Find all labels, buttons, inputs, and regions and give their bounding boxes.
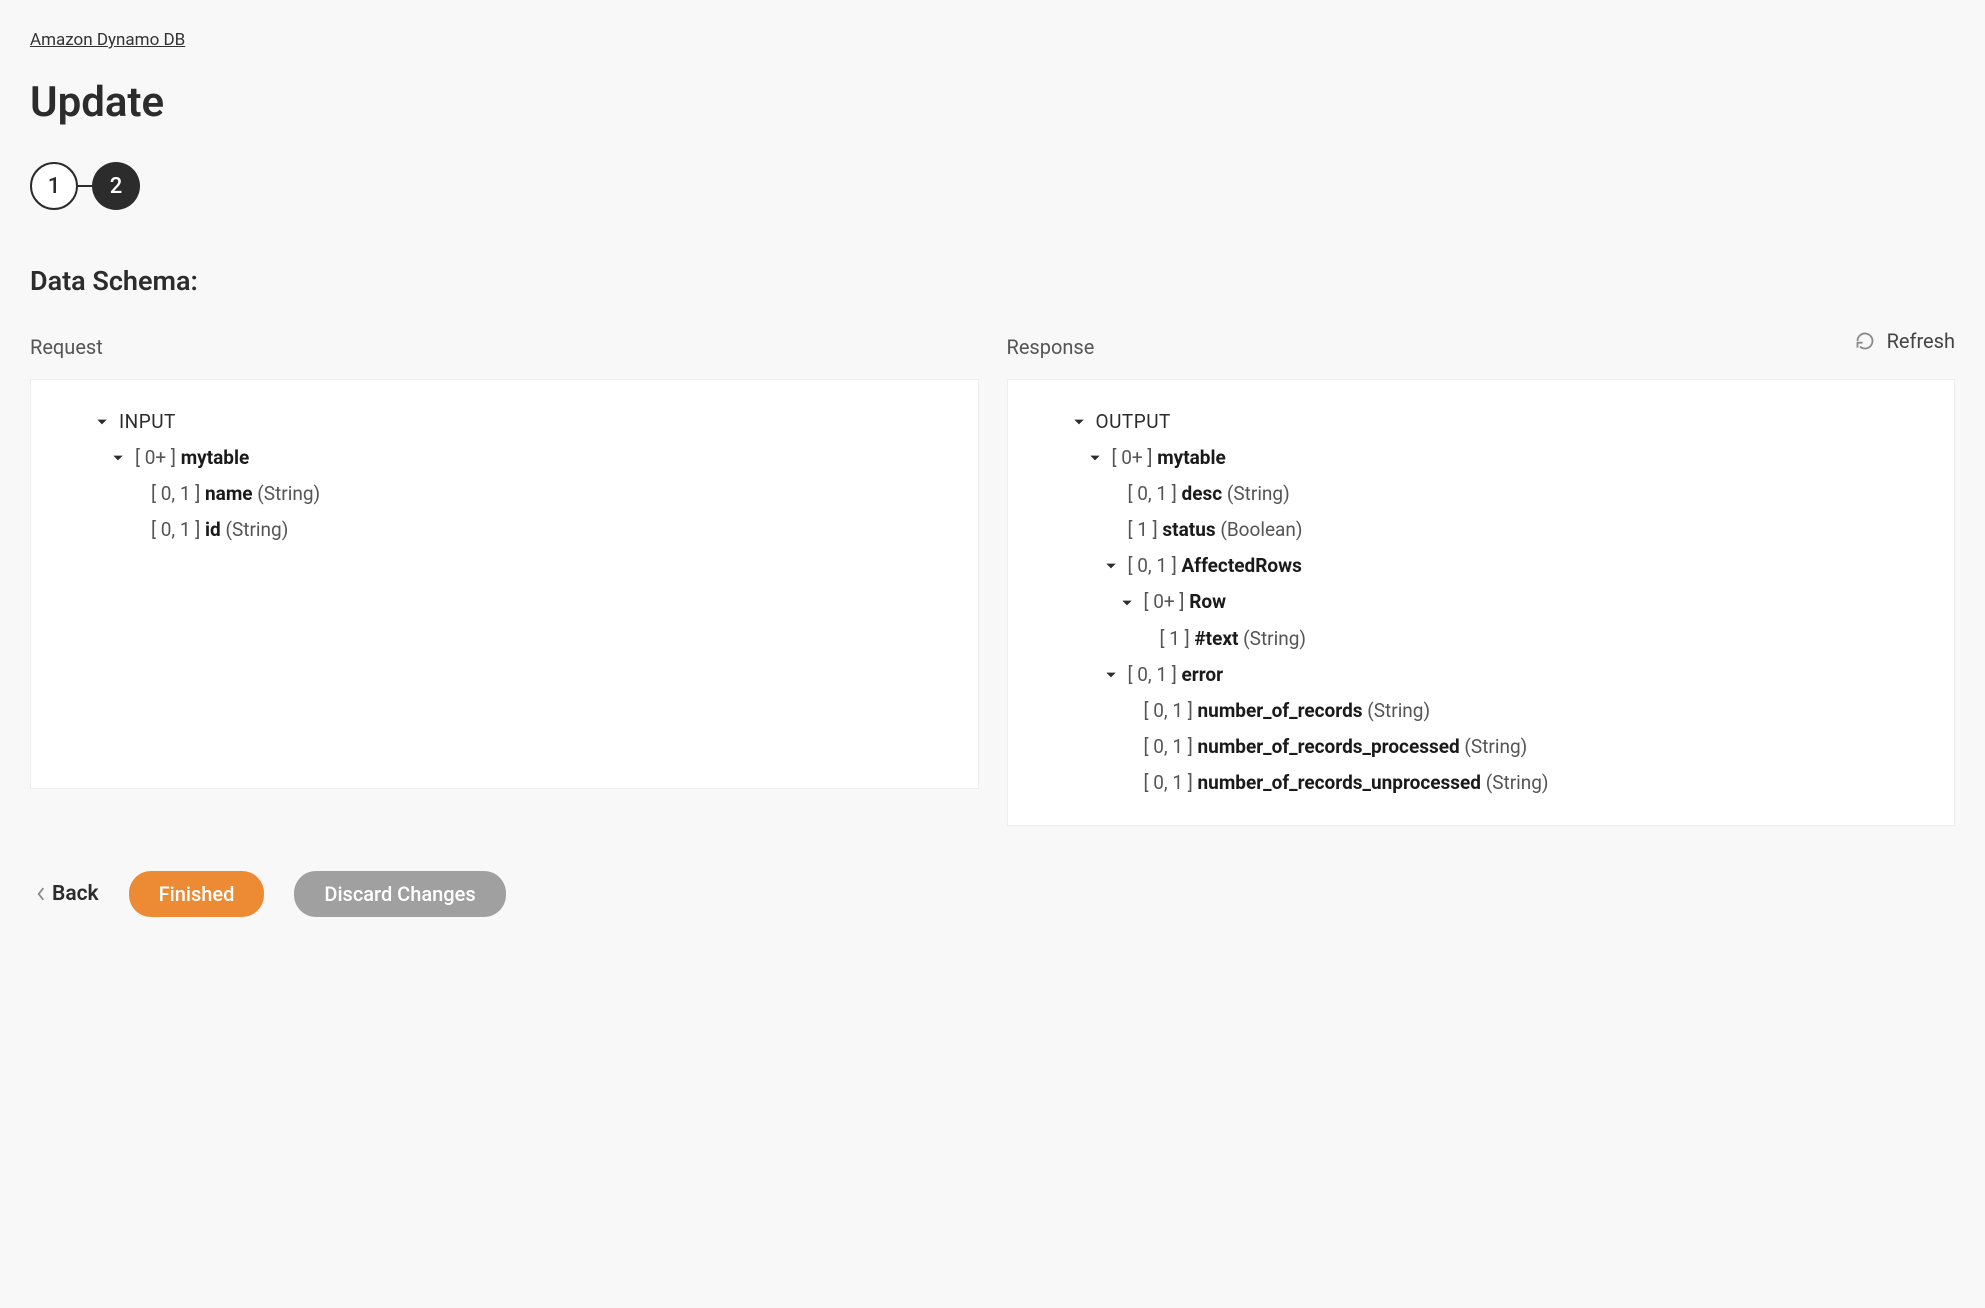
response-panel: OUTPUT [ 0+ ] mytable [ 0, 1 ] desc (Str… (1007, 379, 1956, 826)
request-panel: INPUT [ 0+ ] mytable [ 0, 1 ] name (Stri… (30, 379, 979, 789)
request-label: Request (30, 335, 979, 359)
cardinality: [ 0+ ] (1112, 440, 1153, 476)
tree-node-num-unprocessed[interactable]: [ 0, 1 ] number_of_records_unprocessed (… (1028, 765, 1927, 801)
chevron-down-icon (95, 415, 109, 429)
stepper: 1 2 (30, 162, 1955, 210)
tree-node-mytable[interactable]: [ 0+ ] mytable (51, 440, 950, 476)
tree-node-text[interactable]: [ 1 ] #text (String) (1028, 621, 1927, 657)
tree-node-id[interactable]: [ 0, 1 ] id (String) (51, 512, 950, 548)
cardinality: [ 0, 1 ] (1144, 729, 1193, 765)
cardinality: [ 1 ] (1128, 512, 1158, 548)
step-1[interactable]: 1 (30, 162, 78, 210)
field-name: #text (1194, 621, 1238, 657)
chevron-down-icon (1120, 596, 1134, 610)
step-connector (78, 185, 92, 187)
field-name: status (1162, 512, 1215, 548)
field-name: number_of_records_unprocessed (1198, 765, 1481, 801)
field-name: number_of_records (1198, 693, 1363, 729)
tree-node-row[interactable]: [ 0+ ] Row (1028, 584, 1927, 620)
step-2[interactable]: 2 (92, 162, 140, 210)
breadcrumb-link[interactable]: Amazon Dynamo DB (30, 30, 185, 50)
section-title: Data Schema: (30, 265, 1955, 297)
chevron-left-icon (36, 887, 46, 901)
field-name: Row (1189, 584, 1226, 620)
chevron-down-icon (1088, 451, 1102, 465)
cardinality: [ 0, 1 ] (1144, 693, 1193, 729)
response-label: Response (1007, 335, 1956, 359)
field-type: (String) (257, 476, 320, 512)
node-label: OUTPUT (1096, 404, 1171, 440)
chevron-down-icon (1104, 559, 1118, 573)
cardinality: [ 0, 1 ] (151, 512, 200, 548)
response-column: Response OUTPUT [ 0+ ] mytable [ 0, 1 ] … (1007, 335, 1956, 826)
field-type: (String) (1464, 729, 1527, 765)
field-type: (Boolean) (1220, 512, 1302, 548)
cardinality: [ 1 ] (1160, 621, 1190, 657)
field-name: id (205, 512, 221, 548)
chevron-down-icon (111, 451, 125, 465)
node-label: INPUT (119, 404, 176, 440)
field-type: (String) (1367, 693, 1430, 729)
cardinality: [ 0, 1 ] (1128, 548, 1177, 584)
cardinality: [ 0, 1 ] (151, 476, 200, 512)
chevron-down-icon (1104, 668, 1118, 682)
tree-node-desc[interactable]: [ 0, 1 ] desc (String) (1028, 476, 1927, 512)
page-title: Update (30, 78, 1955, 127)
cardinality: [ 0, 1 ] (1128, 657, 1177, 693)
field-name: desc (1182, 476, 1223, 512)
field-name: mytable (181, 440, 250, 476)
back-label: Back (52, 882, 99, 906)
field-name: error (1182, 657, 1224, 693)
field-type: (String) (1227, 476, 1290, 512)
tree-node-status[interactable]: [ 1 ] status (Boolean) (1028, 512, 1927, 548)
field-type: (String) (1243, 621, 1306, 657)
chevron-down-icon (1072, 415, 1086, 429)
field-name: mytable (1157, 440, 1226, 476)
cardinality: [ 0+ ] (135, 440, 176, 476)
tree-node-output-root[interactable]: OUTPUT (1028, 404, 1927, 440)
tree-node-affected-rows[interactable]: [ 0, 1 ] AffectedRows (1028, 548, 1927, 584)
cardinality: [ 0, 1 ] (1128, 476, 1177, 512)
tree-node-num-processed[interactable]: [ 0, 1 ] number_of_records_processed (St… (1028, 729, 1927, 765)
cardinality: [ 0+ ] (1144, 584, 1185, 620)
tree-node-name[interactable]: [ 0, 1 ] name (String) (51, 476, 950, 512)
field-type: (String) (1486, 765, 1549, 801)
field-type: (String) (225, 512, 288, 548)
field-name: AffectedRows (1182, 548, 1302, 584)
request-column: Request INPUT [ 0+ ] mytable [ 0, 1 ] na… (30, 335, 979, 826)
cardinality: [ 0, 1 ] (1144, 765, 1193, 801)
back-button[interactable]: Back (36, 882, 99, 906)
tree-node-input-root[interactable]: INPUT (51, 404, 950, 440)
tree-node-mytable-out[interactable]: [ 0+ ] mytable (1028, 440, 1927, 476)
discard-button[interactable]: Discard Changes (294, 871, 505, 917)
finished-button[interactable]: Finished (129, 871, 265, 917)
footer-actions: Back Finished Discard Changes (30, 871, 1955, 917)
field-name: name (205, 476, 253, 512)
field-name: number_of_records_processed (1198, 729, 1460, 765)
tree-node-error[interactable]: [ 0, 1 ] error (1028, 657, 1927, 693)
tree-node-num-records[interactable]: [ 0, 1 ] number_of_records (String) (1028, 693, 1927, 729)
